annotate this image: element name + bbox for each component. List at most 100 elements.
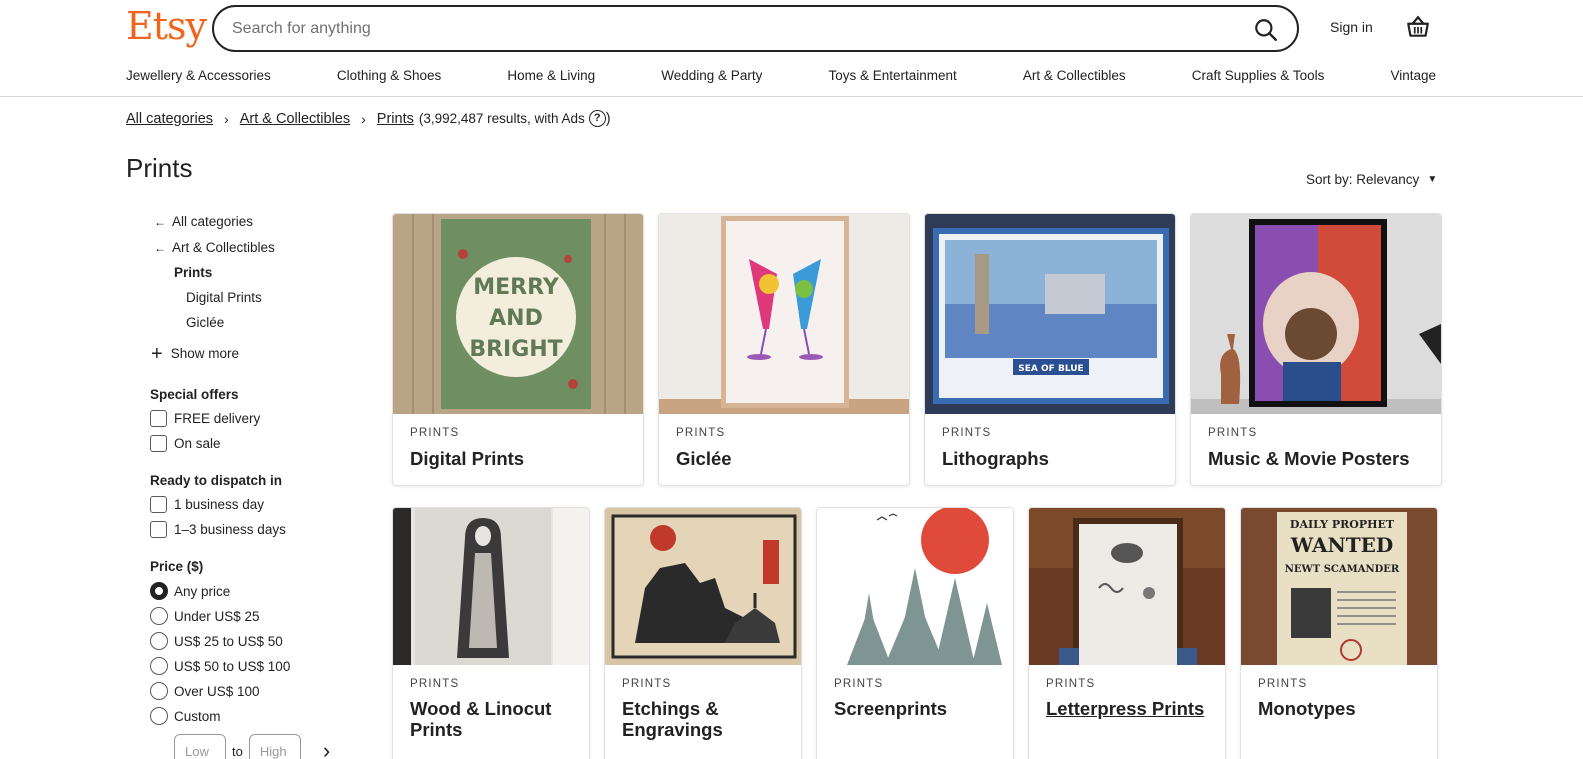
chevron-right-icon: › (224, 110, 229, 127)
card-image (817, 508, 1013, 665)
filter-label: US$ 25 to US$ 50 (174, 633, 283, 649)
price-low-input[interactable] (174, 734, 226, 759)
results-close-paren: ) (605, 110, 611, 127)
search-bar[interactable] (212, 5, 1299, 52)
category-card[interactable]: MERRY AND BRIGHT PRINTS Digital Prints (392, 213, 644, 486)
price-50-100[interactable]: US$ 50 to US$ 100 (150, 657, 290, 675)
card-title: Letterpress Prints (1046, 698, 1205, 719)
category-card[interactable]: PRINTS Music & Movie Posters (1190, 213, 1442, 486)
sidebar-child-digital-prints[interactable]: Digital Prints (186, 290, 262, 305)
sidebar-child-giclee[interactable]: Giclée (186, 315, 224, 330)
radio-selected[interactable] (150, 582, 168, 600)
show-more-button[interactable]: + Show more (151, 342, 239, 365)
price-over-100[interactable]: Over US$ 100 (150, 682, 260, 700)
radio[interactable] (150, 707, 168, 725)
card-art-text: AND (489, 306, 543, 331)
price-any[interactable]: Any price (150, 582, 230, 600)
price-high-input[interactable] (248, 734, 301, 759)
help-icon[interactable]: ? (588, 110, 606, 127)
filter-label: Under US$ 25 (174, 608, 260, 624)
card-title: Etchings & Engravings (622, 698, 723, 740)
filter-dispatch-1-day[interactable]: 1 business day (150, 496, 264, 513)
special-offers-heading: Special offers (150, 387, 239, 402)
sidebar-all-categories-label: All categories (172, 214, 254, 229)
breadcrumb-all-categories[interactable]: All categories (126, 111, 213, 127)
sign-in-link[interactable]: Sign in (1330, 19, 1373, 35)
search-icon[interactable] (1253, 17, 1279, 43)
card-title: Giclée (676, 448, 732, 469)
card-image (1191, 214, 1441, 414)
caret-down-icon: ▼ (1427, 174, 1438, 185)
search-input[interactable] (232, 16, 1232, 42)
sidebar-parent-label: Art & Collectibles (172, 240, 275, 255)
basket-icon[interactable] (1405, 14, 1431, 40)
radio[interactable] (150, 657, 168, 675)
plus-icon: + (151, 342, 163, 365)
category-card[interactable]: PRINTS Giclée (658, 213, 910, 486)
filter-free-delivery[interactable]: FREE delivery (150, 410, 260, 427)
dispatch-heading: Ready to dispatch in (150, 473, 283, 488)
breadcrumb-prints[interactable]: Prints (377, 111, 414, 127)
checkbox[interactable] (150, 435, 167, 452)
nav-item-home[interactable]: Home & Living (507, 68, 595, 86)
breadcrumb-art-collectibles[interactable]: Art & Collectibles (240, 111, 350, 127)
range-to-label: to (232, 743, 243, 759)
price-25-50[interactable]: US$ 25 to US$ 50 (150, 632, 283, 650)
sort-label: Sort by: Relevancy (1306, 172, 1420, 187)
card-kind: PRINTS (410, 678, 460, 690)
sort-dropdown[interactable]: Sort by: Relevancy ▼ (1306, 172, 1437, 187)
card-title: Lithographs (942, 448, 1049, 469)
sidebar-current-category: Prints (174, 265, 213, 280)
card-image (605, 508, 801, 665)
chevron-right-icon[interactable]: › (323, 738, 330, 759)
card-image: DAILY PROPHET WANTED NEWT SCAMANDER (1241, 508, 1437, 665)
nav-item-vintage[interactable]: Vintage (1390, 68, 1436, 86)
card-art-text: WANTED (1290, 533, 1393, 557)
card-image (1029, 508, 1225, 665)
breadcrumb: All categories › Art & Collectibles › Pr… (126, 110, 611, 127)
filter-dispatch-1-3-days[interactable]: 1–3 business days (150, 521, 286, 538)
card-image: SEA OF BLUE (925, 214, 1175, 414)
category-card[interactable]: DAILY PROPHET WANTED NEWT SCAMANDER PRIN… (1240, 507, 1438, 759)
price-custom[interactable]: Custom (150, 707, 221, 725)
radio[interactable] (150, 682, 168, 700)
filter-label: 1–3 business days (174, 522, 286, 537)
checkbox[interactable] (150, 410, 167, 427)
card-kind: PRINTS (1046, 678, 1096, 690)
card-kind: PRINTS (834, 678, 884, 690)
card-art-text: BRIGHT (469, 337, 562, 362)
nav-item-art[interactable]: Art & Collectibles (1023, 68, 1126, 86)
filter-label: US$ 50 to US$ 100 (174, 658, 291, 674)
card-title: Music & Movie Posters (1208, 448, 1410, 469)
sidebar-all-categories[interactable]: ← All categories (154, 214, 253, 229)
nav-item-clothing[interactable]: Clothing & Shoes (337, 68, 441, 86)
category-card[interactable]: PRINTS Screenprints (816, 507, 1014, 759)
price-under-25[interactable]: Under US$ 25 (150, 607, 260, 625)
arrow-left-icon: ← (154, 241, 166, 255)
filter-on-sale[interactable]: On sale (150, 435, 221, 452)
checkbox[interactable] (150, 496, 167, 513)
nav-item-wedding[interactable]: Wedding & Party (661, 68, 762, 86)
radio[interactable] (150, 607, 168, 625)
category-card[interactable]: PRINTS Wood & Linocut Prints (392, 507, 590, 759)
card-kind: PRINTS (622, 678, 672, 690)
card-kind: PRINTS (1258, 678, 1308, 690)
card-title: Digital Prints (410, 448, 525, 469)
category-card[interactable]: SEA OF BLUE PRINTS Lithographs (924, 213, 1176, 486)
radio[interactable] (150, 632, 168, 650)
page-title: Prints (126, 153, 193, 183)
sidebar-parent-category[interactable]: ← Art & Collectibles (154, 240, 275, 255)
category-nav: Jewellery & Accessories Clothing & Shoes… (126, 68, 1436, 86)
category-card[interactable]: PRINTS Letterpress Prints (1028, 507, 1226, 759)
category-card[interactable]: PRINTS Etchings & Engravings (604, 507, 802, 759)
nav-item-toys[interactable]: Toys & Entertainment (828, 68, 956, 86)
nav-item-craft[interactable]: Craft Supplies & Tools (1192, 68, 1325, 86)
card-title: Screenprints (834, 698, 948, 719)
checkbox[interactable] (150, 521, 167, 538)
card-kind: PRINTS (410, 427, 460, 439)
results-count: (3,992,487 results, with Ads (418, 111, 585, 126)
etsy-logo[interactable]: Etsy (126, 4, 207, 48)
nav-item-jewellery[interactable]: Jewellery & Accessories (126, 68, 271, 86)
card-title: Wood & Linocut Prints (410, 698, 552, 740)
filter-label: On sale (174, 436, 221, 451)
